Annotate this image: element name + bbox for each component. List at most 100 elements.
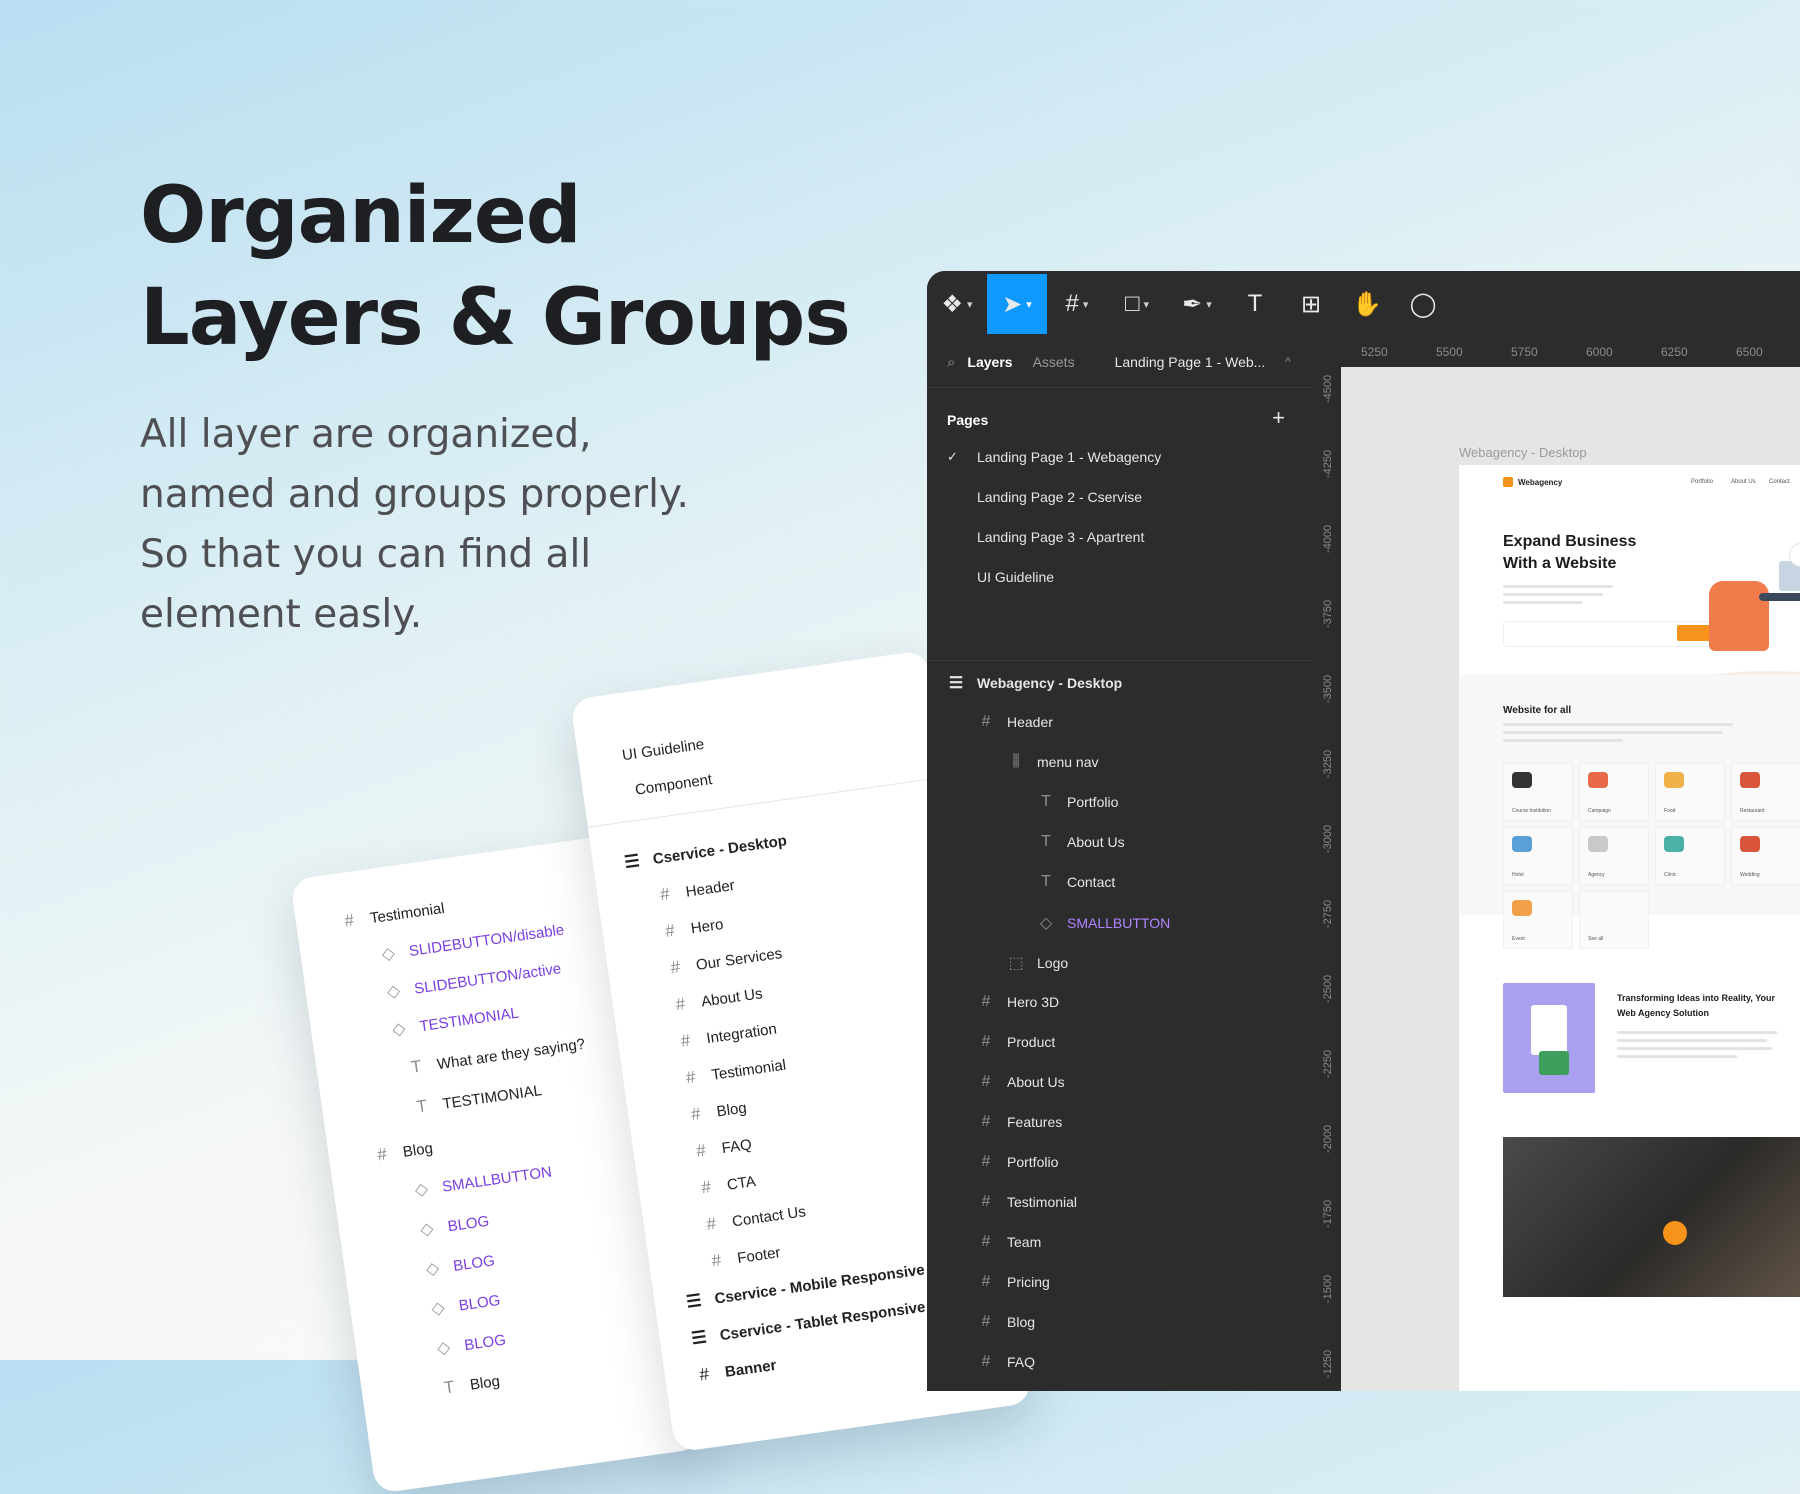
- frame-icon: #: [981, 1113, 991, 1130]
- text-tool-button[interactable]: T: [1227, 274, 1283, 334]
- frame-icon: #: [376, 1144, 389, 1165]
- main-menu-button[interactable]: ❖ ▾: [927, 274, 987, 334]
- layer-label: BLOG: [463, 1331, 507, 1354]
- layer-label: SLIDEBUTTON/active: [413, 959, 563, 998]
- component-icon: ◇: [380, 943, 396, 964]
- page-item[interactable]: UI Guideline: [977, 569, 1054, 585]
- layer-row[interactable]: # Banner: [694, 1356, 777, 1385]
- layer-row[interactable]: T TESTIMONIAL: [412, 1081, 543, 1117]
- canvas[interactable]: Webagency - Desktop Webagency Portfolio …: [1341, 367, 1800, 1391]
- page-label: UI Guideline: [977, 569, 1055, 585]
- layer-row[interactable]: ⫼ menu nav: [1007, 753, 1098, 771]
- layer-row[interactable]: # Product: [977, 1033, 1056, 1051]
- page-item[interactable]: UI Guideline: [621, 736, 705, 764]
- section-icon: ☰: [684, 1290, 703, 1312]
- panel-tabs: ⌕ Layers Assets Landing Page 1 - Web... …: [927, 337, 1313, 388]
- layer-row[interactable]: # Blog: [977, 1313, 1035, 1331]
- page-item[interactable]: Component: [634, 771, 713, 799]
- page-dropdown[interactable]: Landing Page 1 - Web...: [1115, 354, 1266, 370]
- layer-row[interactable]: # Hero 3D: [977, 993, 1060, 1011]
- layer-label: Pricing: [1007, 1274, 1050, 1290]
- layer-row[interactable]: # Hero: [660, 915, 724, 942]
- category-icon: [1740, 836, 1760, 852]
- layer-row[interactable]: ⬚ Logo: [1007, 953, 1068, 973]
- layer-row[interactable]: # Header: [977, 713, 1053, 731]
- tab-layers[interactable]: Layers: [967, 354, 1012, 370]
- layer-row[interactable]: ◇ TESTIMONIAL: [389, 1004, 520, 1040]
- frame-label[interactable]: Webagency - Desktop: [1459, 445, 1587, 460]
- layer-row[interactable]: ◇ SMALLBUTTON: [1037, 913, 1170, 933]
- layer-row[interactable]: # Footer: [706, 1243, 781, 1271]
- layer-row[interactable]: # FAQ: [691, 1135, 753, 1161]
- page-item[interactable]: ✓ Landing Page 1 - Webagency: [947, 449, 1161, 465]
- frame-webagency-desktop[interactable]: Webagency Portfolio About Us Contact Exp…: [1459, 465, 1800, 1391]
- category-label: Agency: [1588, 872, 1605, 878]
- layer-row[interactable]: ◇ SLIDEBUTTON/disable: [378, 920, 565, 964]
- layer-row[interactable]: T What are they saying?: [406, 1035, 586, 1078]
- layer-row[interactable]: ◇ SLIDEBUTTON/active: [383, 959, 563, 1002]
- figma-logo-icon: ❖: [941, 290, 963, 318]
- comment-tool-button[interactable]: ◯: [1395, 274, 1451, 334]
- frame-icon: #: [343, 910, 356, 931]
- move-tool-button[interactable]: ➤ ▾: [987, 274, 1047, 334]
- layer-row[interactable]: ◇ BLOG: [417, 1212, 490, 1240]
- layer-row[interactable]: T Contact: [1037, 873, 1115, 891]
- category-label: Event: [1512, 936, 1525, 942]
- search-icon[interactable]: ⌕: [947, 354, 955, 371]
- chevron-up-icon[interactable]: ^: [1285, 356, 1290, 368]
- layer-row[interactable]: # About Us: [977, 1073, 1065, 1091]
- text-icon: T: [409, 1056, 423, 1077]
- frame-tool-button[interactable]: # ▾: [1047, 274, 1107, 334]
- pages-title: Pages: [947, 412, 989, 428]
- layer-label: What are they saying?: [435, 1035, 587, 1073]
- page-item[interactable]: Landing Page 3 - Apartrent: [977, 529, 1144, 545]
- layer-row[interactable]: # Testimonial: [339, 899, 446, 931]
- shape-tool-button[interactable]: □ ▾: [1107, 274, 1167, 334]
- autolayout-icon: ⫼: [1012, 753, 1020, 770]
- layer-row[interactable]: # Our Services: [665, 944, 783, 978]
- ruler-tick-label: -2000: [1322, 1124, 1334, 1154]
- layer-row[interactable]: ◇ BLOG: [428, 1291, 501, 1319]
- layer-row[interactable]: # Features: [977, 1113, 1063, 1131]
- layer-row[interactable]: # Portfolio: [977, 1153, 1059, 1171]
- add-page-icon[interactable]: +: [1272, 405, 1285, 431]
- ruler-tick-label: -2250: [1322, 1049, 1334, 1079]
- layer-label: Hero: [689, 915, 725, 937]
- ruler-tick-label: -2750: [1322, 899, 1334, 929]
- layer-label: Testimonial: [710, 1056, 788, 1084]
- layer-row[interactable]: # CTA: [696, 1172, 757, 1198]
- layer-row[interactable]: ◇ SMALLBUTTON: [411, 1163, 553, 1200]
- layer-row[interactable]: T About Us: [1037, 833, 1124, 851]
- layer-row[interactable]: T Portfolio: [1037, 793, 1118, 811]
- layer-row[interactable]: T Blog: [439, 1372, 501, 1398]
- preview-nav-item: About Us: [1731, 479, 1756, 485]
- tab-assets[interactable]: Assets: [1033, 354, 1075, 370]
- layer-row[interactable]: # Header: [655, 876, 736, 905]
- frame-icon: #: [710, 1250, 723, 1271]
- desc-line-1: All layer are organized,: [140, 412, 592, 457]
- page-item[interactable]: Landing Page 2 - Cservise: [977, 489, 1142, 505]
- layer-row[interactable]: # FAQ: [977, 1353, 1035, 1371]
- pen-tool-button[interactable]: ✒ ▾: [1167, 274, 1227, 334]
- layer-row[interactable]: ☰ Cservice - Desktop: [622, 831, 788, 872]
- layer-row[interactable]: # Testimonial: [681, 1056, 788, 1088]
- layer-label: Product: [1007, 1034, 1056, 1050]
- ruler-tick-label: 6000: [1586, 345, 1613, 359]
- layer-row[interactable]: # Blog: [686, 1098, 748, 1124]
- layer-label: BLOG: [457, 1291, 502, 1315]
- resources-button[interactable]: ⊞: [1283, 274, 1339, 334]
- frame-icon: #: [981, 1273, 991, 1290]
- layer-row[interactable]: # Blog: [372, 1139, 434, 1165]
- layer-row[interactable]: # Testimonial: [977, 1193, 1077, 1211]
- layer-row[interactable]: # Contact Us: [701, 1202, 807, 1234]
- component-icon: ◇: [390, 1018, 407, 1040]
- layer-label: TESTIMONIAL: [418, 1004, 520, 1035]
- layer-row[interactable]: # Integration: [675, 1020, 778, 1052]
- layer-row[interactable]: # Team: [977, 1233, 1042, 1251]
- layer-row[interactable]: ☰ Webagency - Desktop: [947, 673, 1122, 693]
- layer-row[interactable]: ◇ BLOG: [433, 1331, 507, 1359]
- layer-row[interactable]: # Pricing: [977, 1273, 1050, 1291]
- layer-row[interactable]: # About Us: [670, 984, 763, 1015]
- hand-tool-button[interactable]: ✋: [1339, 274, 1395, 334]
- layer-row[interactable]: ◇ BLOG: [422, 1251, 496, 1279]
